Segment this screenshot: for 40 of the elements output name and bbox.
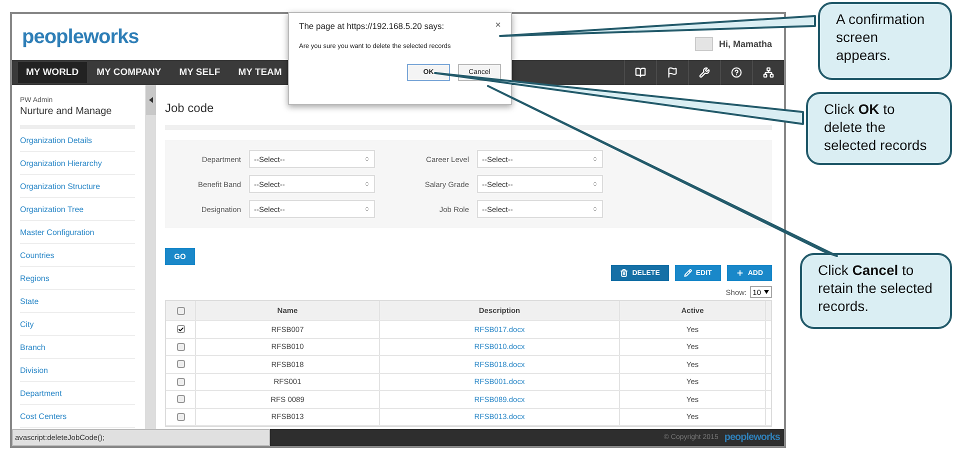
logo: peopleworks xyxy=(22,26,139,48)
nav-tab[interactable]: MY COMPANY xyxy=(88,62,170,83)
sidebar-item[interactable]: Organization Tree xyxy=(20,198,135,221)
sidebar-item[interactable]: Division xyxy=(20,359,135,382)
sidebar-item[interactable]: Cost Centers xyxy=(20,405,135,428)
footer-logo: peopleworks xyxy=(724,432,780,443)
select-all-checkbox[interactable] xyxy=(176,306,184,314)
trash-icon xyxy=(620,269,628,277)
callout: A confirmation screen appears. xyxy=(818,2,952,80)
sidebar-item[interactable]: City xyxy=(20,313,135,336)
callout: Click OK to delete the selected records xyxy=(806,92,952,165)
sidebar-item[interactable]: Department xyxy=(20,382,135,405)
row-checkbox[interactable] xyxy=(176,395,184,404)
collapse-handle[interactable] xyxy=(146,85,156,115)
row-checkbox[interactable] xyxy=(176,360,184,368)
nav-tab[interactable]: MY SELF xyxy=(171,62,228,83)
sidebar-item[interactable]: Organization Hierarchy xyxy=(20,152,135,175)
sidebar-item[interactable]: Branch xyxy=(20,336,135,359)
sidebar-item[interactable]: Countries xyxy=(20,244,135,267)
sidebar-title: Nurture and Manage xyxy=(20,106,135,129)
row-checkbox[interactable] xyxy=(176,325,184,334)
nav-tab[interactable]: MY TEAM xyxy=(230,62,290,83)
sidebar-item[interactable]: Master Configuration xyxy=(20,221,135,244)
row-checkbox[interactable] xyxy=(176,378,184,386)
sidebar-item[interactable]: State xyxy=(20,290,135,313)
sidebar-item[interactable]: Regions xyxy=(20,267,135,290)
caret-icon xyxy=(149,97,153,103)
callout: Click Cancel to retain the selected records. xyxy=(800,253,952,329)
close-button[interactable]: × xyxy=(495,21,501,31)
sidebar-item[interactable]: Organization Structure xyxy=(20,175,135,198)
avatar-icon xyxy=(694,37,713,51)
dropdown-arrow-icon xyxy=(764,290,769,294)
row-checkbox[interactable] xyxy=(176,412,184,421)
plus-icon xyxy=(736,269,744,277)
sidebar-item[interactable]: Organization Details xyxy=(20,129,135,152)
user-greeting: Hi, Mamatha xyxy=(718,39,772,49)
dialog-title: The page at https://192.168.5.20 says: xyxy=(299,21,444,31)
row-checkbox[interactable] xyxy=(176,342,184,351)
pencil-icon xyxy=(684,269,692,277)
nav-tab[interactable]: MY WORLD xyxy=(18,62,87,83)
